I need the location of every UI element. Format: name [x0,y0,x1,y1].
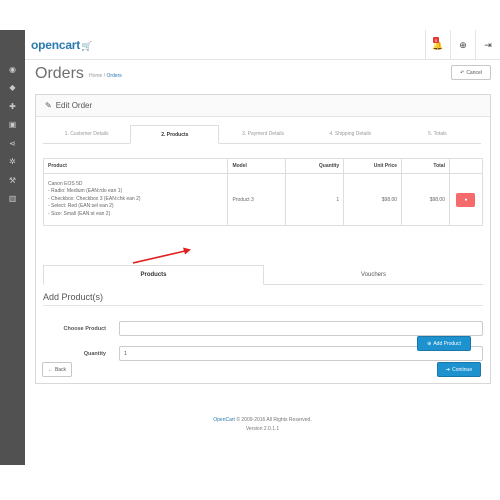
product-option: - Select: Red (EAN:sel ean 2) [48,203,114,210]
tab-vouchers[interactable]: Vouchers [264,265,483,284]
life-ring-icon[interactable]: ⊕ [450,30,475,60]
arrow-right-icon: ➔ [445,366,451,373]
notification-badge: 5 [433,37,439,43]
add-product-label: Add Product [433,340,461,347]
product-option: - Size: Small (EAN:st ean 2) [48,210,111,217]
cancel-label: Cancel [466,69,482,76]
pencil-icon: ✎ [45,101,52,110]
top-header: ☰ opencart🛒 🔔5 ⊕ ⇥ [0,30,500,60]
breadcrumb-separator: / [103,73,106,79]
back-label: Back [54,366,67,373]
action-cell: ● [448,173,484,226]
panel-heading: ✎ Edit Order [36,95,490,117]
page-footer: OpenCart © 2009-2016 All Rights Reserved… [25,416,500,434]
footer-version: Version 2.0.1.1 [245,426,280,432]
shopping-cart-icon[interactable]: ▣ [0,116,25,135]
col-action [448,158,484,174]
wrench-icon[interactable]: ⚒ [0,171,25,190]
minus-circle-icon: ● [464,196,468,203]
main-content: Orders Home / Orders ↶ Cancel ✎ Edit Ord… [25,60,500,465]
continue-label: Continue [452,366,473,373]
tab-products[interactable]: 2. Products [130,125,220,144]
product-name: Canon EOS 5D [48,180,83,187]
total-cell: $98.00 [401,173,450,226]
bell-icon[interactable]: 🔔 5 [425,30,450,60]
arrow-left-icon: ← [47,366,53,373]
dashboard-icon[interactable]: ◉ [0,60,25,79]
continue-button[interactable]: ➔ Continue [437,362,481,377]
panel-title: Edit Order [55,101,93,110]
sign-out-icon[interactable]: ⇥ [475,30,500,60]
logo[interactable]: opencart🛒 [31,38,92,52]
logo-text: opencart [31,38,81,52]
add-product-button[interactable]: ⊕ Add Product [417,336,471,351]
tab-customer-details[interactable]: 1. Customer Details [43,125,130,143]
col-total: Total [401,158,450,174]
col-unit-price: Unit Price [343,158,403,174]
product-option: - Checkbox: Checkbox 3 (EAN:chk ean 2) [48,195,141,202]
back-button[interactable]: ← Back [42,362,72,377]
products-table: Product Model Quantity Unit Price Total … [42,158,484,226]
remove-product-button[interactable]: ● [456,192,476,207]
cog-icon[interactable]: ✲ [0,153,25,172]
page-title: Orders [35,65,84,82]
sidebar: ◉ ◆ ✚ ▣ ⋖ ✲ ⚒ ▥ [0,30,25,465]
footer-brand-link[interactable]: OpenCart [213,417,235,423]
quantity-cell: 1 [285,173,345,226]
quantity-label: Quantity [83,351,106,357]
tab-products-list[interactable]: Products [43,265,264,285]
plus-circle-icon: ⊕ [427,340,432,347]
product-option: - Radio: Medium (EAN:rdo ean 1) [48,188,123,195]
order-steps-tabs: 1. Customer Details 2. Products 3. Payme… [43,125,481,144]
share-icon[interactable]: ⋖ [0,134,25,153]
cart-logo-icon: 🛒 [81,41,93,51]
products-vouchers-tabs: Products Vouchers [43,265,483,285]
tab-payment-details[interactable]: 3. Payment Details [219,125,306,143]
model-cell: Product 3 [227,173,287,226]
footer-copyright: © 2009-2016 All Rights Reserved. [236,417,312,423]
tag-icon[interactable]: ◆ [0,79,25,98]
breadcrumb-orders[interactable]: Orders [107,73,122,79]
bar-chart-icon[interactable]: ▥ [0,190,25,209]
choose-product-input[interactable] [119,321,483,336]
red-arrow-annotation [133,247,191,264]
col-quantity: Quantity [285,158,345,174]
col-model: Model [227,158,287,174]
tab-shipping-details[interactable]: 4. Shipping Details [307,125,394,143]
col-product: Product [42,158,229,174]
breadcrumb: Home / Orders [89,73,122,79]
puzzle-icon[interactable]: ✚ [0,97,25,116]
product-cell: Canon EOS 5D - Radio: Medium (EAN:rdo ea… [42,173,229,226]
add-products-heading: Add Product(s) [43,292,483,306]
choose-product-label: Choose Product [63,326,106,332]
table-header-row: Product Model Quantity Unit Price Total [42,158,484,174]
unit-price-cell: $98.00 [343,173,403,226]
reply-icon: ↶ [460,69,465,76]
tab-totals[interactable]: 5. Totals [394,125,481,143]
cancel-button[interactable]: ↶ Cancel [451,65,491,80]
table-row: Canon EOS 5D - Radio: Medium (EAN:rdo ea… [42,173,484,226]
breadcrumb-home[interactable]: Home [89,73,102,79]
